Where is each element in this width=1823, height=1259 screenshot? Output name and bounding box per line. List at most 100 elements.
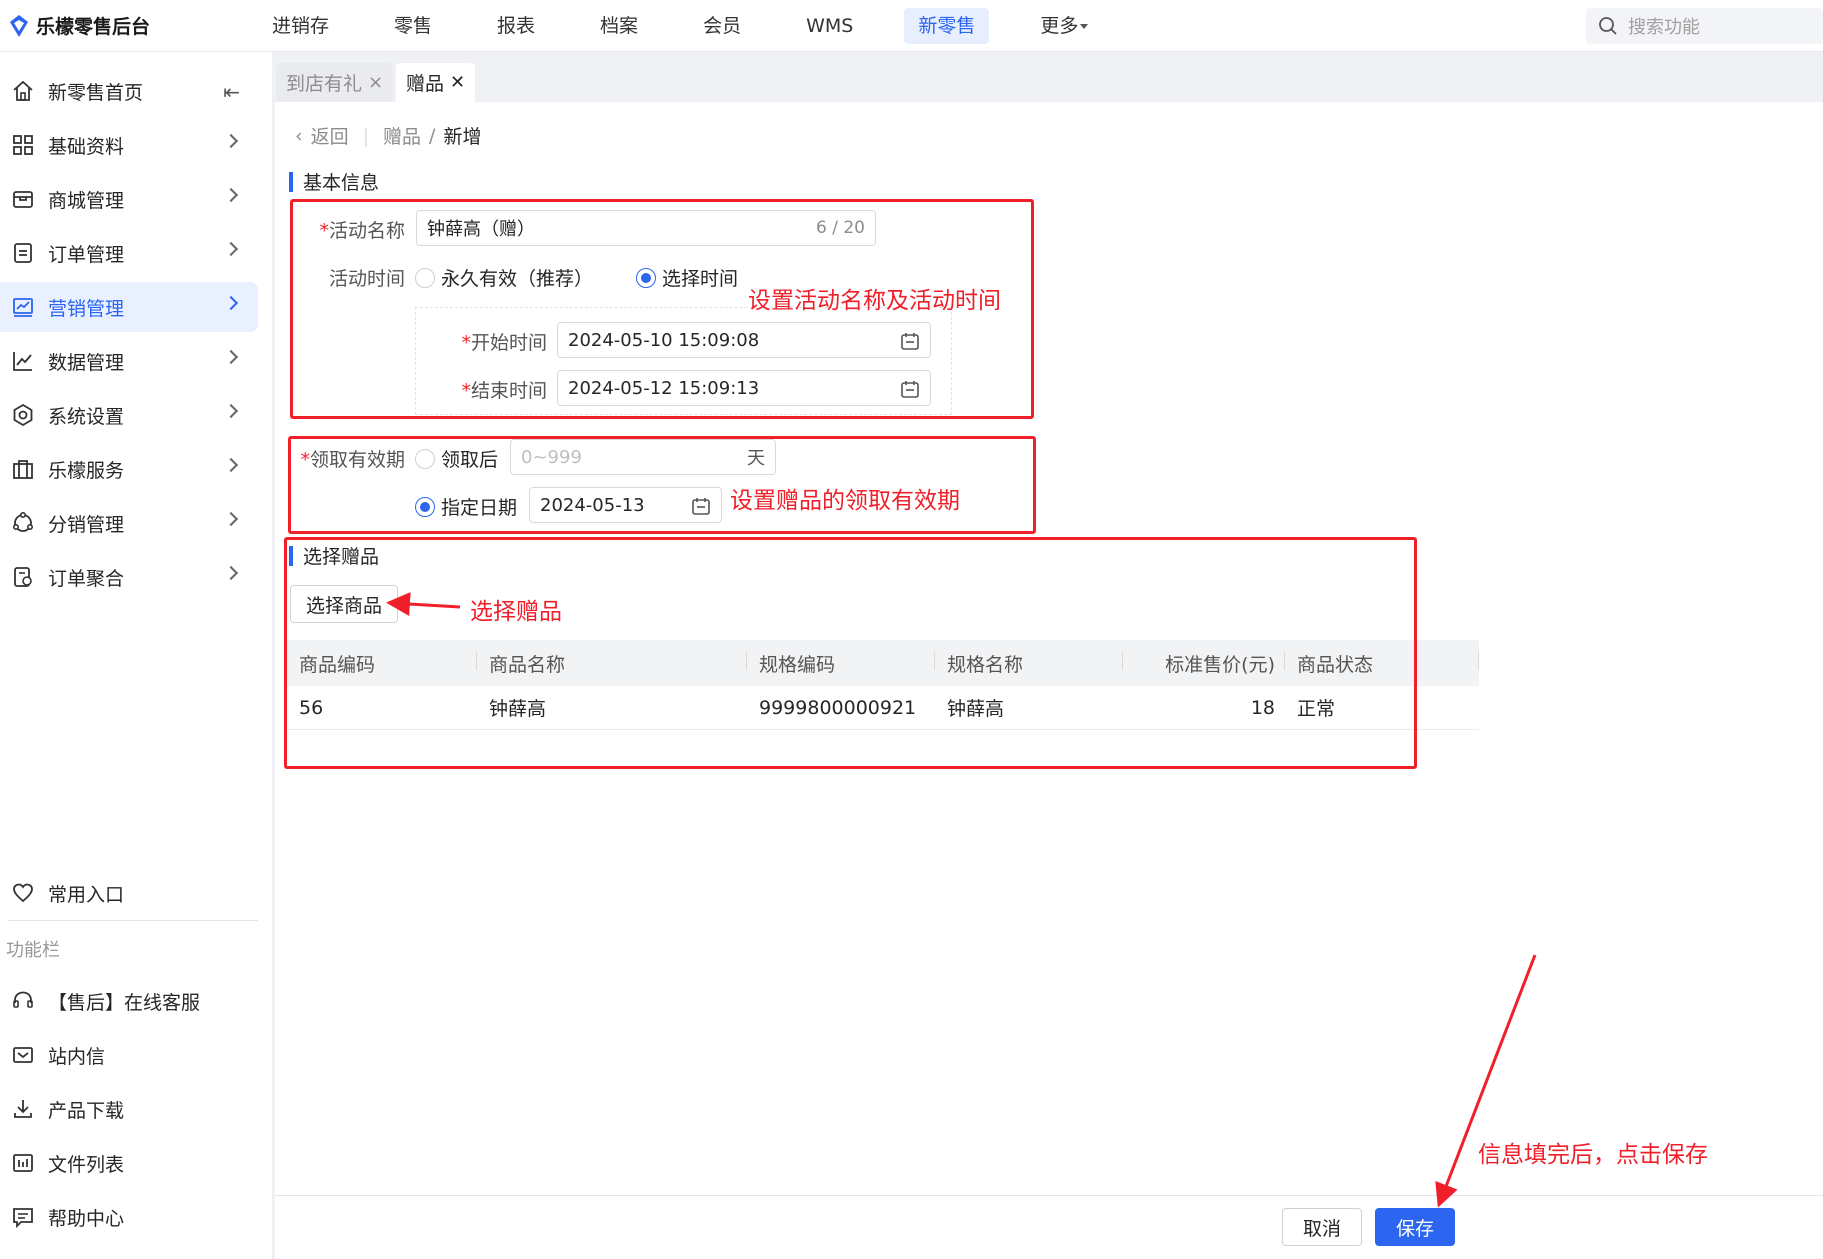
section-bar	[289, 171, 293, 192]
top-nav: 进销存 零售 报表 档案 会员 WMS 新零售 更多	[258, 0, 1139, 52]
nav-item-wms[interactable]: WMS	[792, 8, 867, 44]
sidebar-item-label: 文件列表	[48, 1153, 125, 1176]
sidebar-item-distribution[interactable]: 分销管理	[0, 498, 258, 548]
sidebar-item-services[interactable]: 乐檬服务	[0, 444, 258, 494]
sidebar-item-label: 【售后】在线客服	[48, 991, 201, 1014]
app-title: 乐檬零售后台	[36, 16, 151, 38]
nav-item-more[interactable]: 更多	[1026, 8, 1102, 44]
sidebar-divider	[8, 920, 258, 921]
chevron-right-icon	[223, 295, 239, 311]
order-list-icon	[10, 240, 36, 266]
briefcase-icon	[10, 456, 36, 482]
sidebar-item-home[interactable]: 新零售首页 ⇤	[0, 66, 258, 116]
sidebar-item-online-service[interactable]: 【售后】在线客服	[0, 976, 258, 1026]
download-icon	[10, 1096, 36, 1122]
sidebar-item-file-list[interactable]: 文件列表	[0, 1138, 258, 1188]
save-button[interactable]: 保存	[1375, 1208, 1455, 1246]
tab-gift[interactable]: 赠品 ✕	[396, 63, 476, 102]
common-entry-label: 常用入口	[48, 883, 125, 906]
basic-info-title: 基本信息	[289, 168, 379, 195]
sidebar-item-label: 商城管理	[48, 189, 125, 212]
basic-info-title-text: 基本信息	[303, 172, 380, 194]
close-icon[interactable]: ✕	[450, 72, 465, 93]
top-bar: 乐檬零售后台 进销存 零售 报表 档案 会员 WMS 新零售 更多 搜索功能	[0, 0, 1823, 52]
caret-down-icon	[1080, 24, 1089, 29]
chevron-right-icon	[223, 133, 239, 149]
page-tabs: 到店有礼 × 赠品 ✕	[272, 52, 1823, 102]
cancel-button[interactable]: 取消	[1282, 1208, 1362, 1246]
mail-icon	[10, 1042, 36, 1068]
nav-item-inventory[interactable]: 进销存	[258, 8, 343, 44]
sidebar-item-help[interactable]: 帮助中心	[0, 1192, 258, 1242]
nav-item-retail[interactable]: 零售	[380, 8, 446, 44]
sidebar-item-label: 营销管理	[48, 297, 125, 320]
grid-icon	[10, 132, 36, 158]
nav-item-reports[interactable]: 报表	[483, 8, 549, 44]
logo-icon	[10, 14, 28, 37]
sidebar-item-label: 帮助中心	[48, 1207, 125, 1230]
sidebar-item-data[interactable]: 数据管理	[0, 336, 258, 386]
sidebar-item-label: 乐檬服务	[48, 459, 125, 482]
sidebar-item-common-entry[interactable]: 常用入口	[0, 868, 258, 918]
back-chevron-icon[interactable]: ‹	[295, 125, 303, 147]
home-icon	[10, 78, 36, 104]
chevron-right-icon	[223, 511, 239, 527]
chevron-right-icon	[223, 349, 239, 365]
sidebar-item-marketing[interactable]: 营销管理	[0, 282, 258, 332]
sidebar-item-label: 订单管理	[48, 243, 125, 266]
chevron-right-icon	[223, 565, 239, 581]
tab-label: 赠品	[406, 73, 445, 95]
search-placeholder: 搜索功能	[1628, 17, 1700, 38]
footer-actions: 取消 保存	[275, 1195, 1823, 1259]
app-logo[interactable]: 乐檬零售后台	[8, 12, 150, 39]
tab-label: 到店有礼	[286, 73, 363, 95]
breadcrumb-divider: |	[362, 124, 370, 147]
annotation-text-basic: 设置活动名称及活动时间	[748, 288, 1001, 314]
order-aggregate-icon	[10, 564, 36, 590]
chevron-right-icon	[223, 187, 239, 203]
breadcrumb-parent[interactable]: 赠品	[383, 122, 421, 149]
store-icon	[10, 186, 36, 212]
help-icon	[10, 1204, 36, 1230]
chevron-right-icon	[223, 403, 239, 419]
collapse-sidebar-icon[interactable]: ⇤	[223, 80, 240, 104]
sidebar-item-orders[interactable]: 订单管理	[0, 228, 258, 278]
breadcrumb: ‹ 返回 | 赠品 / 新增	[295, 122, 481, 149]
nav-item-members[interactable]: 会员	[689, 8, 755, 44]
sidebar-item-label: 订单聚合	[48, 567, 125, 590]
line-chart-icon	[10, 348, 36, 374]
annotation-text-save: 信息填完后，点击保存	[1478, 1142, 1708, 1168]
nav-more-label: 更多	[1040, 15, 1079, 37]
tab-in-store-gift[interactable]: 到店有礼 ×	[276, 63, 394, 102]
close-icon[interactable]: ×	[368, 72, 383, 93]
breadcrumb-current: 新增	[443, 126, 482, 148]
sidebar-item-messages[interactable]: 站内信	[0, 1030, 258, 1080]
file-list-icon	[10, 1150, 36, 1176]
search-box[interactable]: 搜索功能	[1586, 8, 1823, 44]
sidebar-item-settings[interactable]: 系统设置	[0, 390, 258, 440]
chevron-right-icon	[223, 241, 239, 257]
settings-icon	[10, 402, 36, 428]
sidebar: 新零售首页 ⇤ 基础资料 商城管理 订单管理 营销管理 数据管理 系统设置 乐檬…	[0, 52, 272, 1259]
sidebar-item-basic-data[interactable]: 基础资料	[0, 120, 258, 170]
sidebar-item-label: 站内信	[48, 1045, 106, 1068]
sidebar-item-label: 产品下载	[48, 1099, 125, 1122]
sidebar-item-label: 系统设置	[48, 405, 125, 428]
nav-item-new-retail[interactable]: 新零售	[904, 8, 990, 44]
chevron-right-icon	[223, 457, 239, 473]
sidebar-item-downloads[interactable]: 产品下载	[0, 1084, 258, 1134]
sidebar-item-label: 分销管理	[48, 513, 125, 536]
sidebar-item-label: 新零售首页	[48, 81, 144, 104]
nav-item-archive[interactable]: 档案	[586, 8, 652, 44]
back-link[interactable]: 返回	[311, 122, 349, 149]
annotation-box-gift	[284, 537, 1417, 769]
function-bar-label: 功能栏	[6, 940, 60, 961]
headset-icon	[10, 988, 36, 1014]
sidebar-item-label: 数据管理	[48, 351, 125, 374]
marketing-icon	[10, 294, 36, 320]
sidebar-item-order-aggregation[interactable]: 订单聚合	[0, 552, 258, 602]
annotation-text-validity: 设置赠品的领取有效期	[730, 488, 960, 514]
sidebar-item-mall[interactable]: 商城管理	[0, 174, 258, 224]
distribution-icon	[10, 510, 36, 536]
heart-icon	[10, 880, 36, 906]
